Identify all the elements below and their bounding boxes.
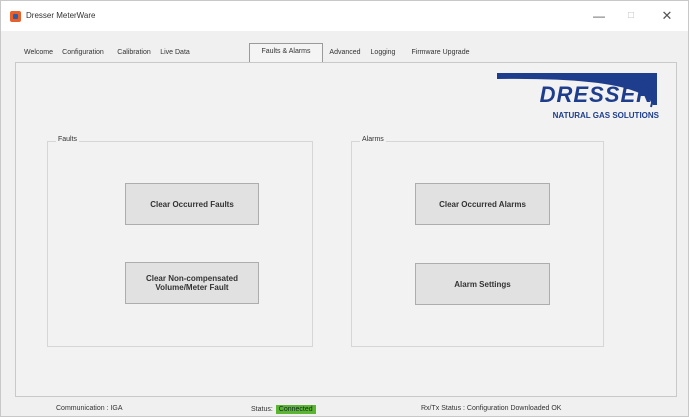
tab-calibration[interactable]: Calibration — [113, 45, 155, 62]
status-label: Status: — [251, 406, 273, 413]
dresser-logo: DRESSER NATURAL GAS SOLUTIONS — [491, 65, 659, 129]
clear-occurred-faults-button[interactable]: Clear Occurred Faults — [125, 183, 259, 225]
app-logo-icon — [10, 11, 21, 22]
clear-noncompensated-fault-button[interactable]: Clear Non-compensated Volume/Meter Fault — [125, 262, 259, 304]
minimize-button[interactable]: — — [588, 7, 610, 25]
alarms-group: Alarms — [351, 136, 604, 347]
alarm-settings-button[interactable]: Alarm Settings — [415, 263, 550, 305]
tab-faults-alarms[interactable]: Faults & Alarms — [249, 43, 323, 62]
logo-tagline: NATURAL GAS SOLUTIONS — [552, 111, 659, 120]
clear-occurred-alarms-button[interactable]: Clear Occurred Alarms — [415, 183, 550, 225]
close-button[interactable]: ✕ — [656, 7, 678, 25]
status-badge: Connected — [275, 405, 316, 414]
tab-welcome[interactable]: Welcome — [23, 45, 54, 62]
alarms-group-label: Alarms — [360, 136, 386, 143]
tab-live-data[interactable]: Live Data — [157, 45, 193, 62]
connection-status: Status: Connected — [251, 405, 316, 414]
faults-group-label: Faults — [56, 136, 80, 143]
tab-firmware-upgrade[interactable]: Firmware Upgrade — [403, 45, 478, 62]
title-bar: Dresser MeterWare — □ ✕ — [1, 1, 688, 31]
rxtx-status: Rx/Tx Status : Configuration Downloaded … — [421, 405, 562, 412]
window-title: Dresser MeterWare — [26, 11, 96, 20]
logo-brand-text: DRESSER — [539, 82, 653, 107]
tab-strip: Welcome Configuration Calibration Live D… — [23, 43, 663, 62]
tab-logging[interactable]: Logging — [367, 45, 399, 62]
maximize-button[interactable]: □ — [620, 7, 642, 25]
communication-status: Communication : IGA — [56, 405, 123, 412]
faults-group: Faults — [47, 136, 313, 347]
tab-configuration[interactable]: Configuration — [56, 45, 110, 62]
app-window: Dresser MeterWare — □ ✕ Welcome Configur… — [0, 0, 689, 417]
tab-advanced[interactable]: Advanced — [326, 45, 364, 62]
status-bar: Communication : IGA Status: Connected Rx/… — [1, 401, 688, 417]
